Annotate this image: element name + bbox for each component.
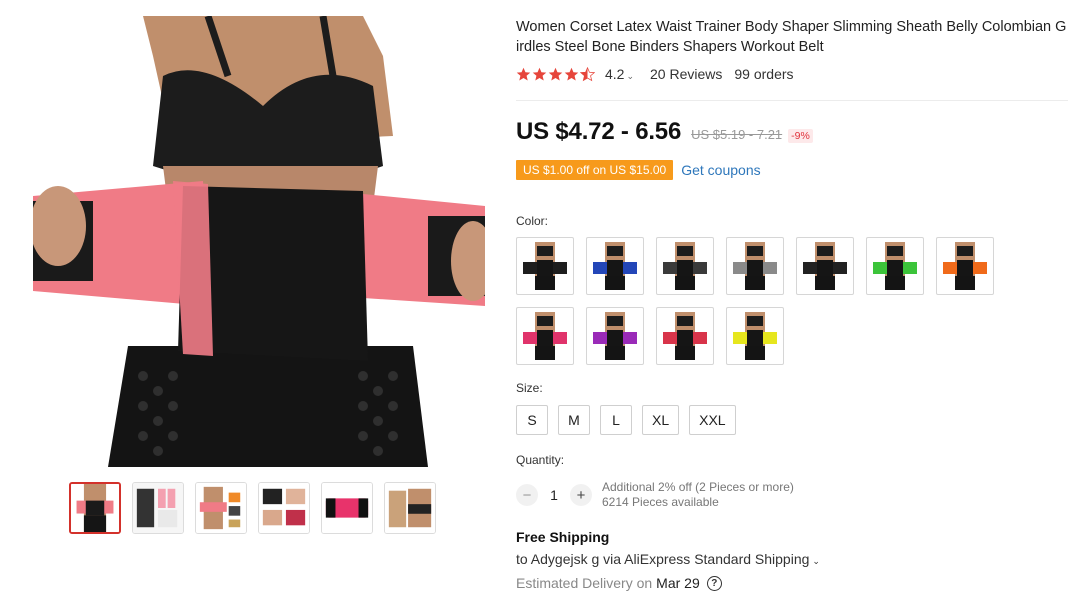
star-icon bbox=[548, 67, 563, 80]
rating-row: 4.2 ⌄ 20 Reviews 99 orders bbox=[516, 66, 794, 82]
price-row: US $4.72 - 6.56 US $5.19 - 7.21 -9% bbox=[516, 118, 813, 146]
chevron-down-icon: ⌄ bbox=[812, 556, 820, 566]
color-swatch-black[interactable] bbox=[516, 237, 574, 295]
size-options: S M L XL XXL bbox=[516, 405, 736, 435]
color-swatch-set[interactable] bbox=[656, 237, 714, 295]
help-icon[interactable]: ? bbox=[706, 575, 722, 591]
size-option-m[interactable]: M bbox=[558, 405, 590, 435]
product-title: Women Corset Latex Waist Trainer Body Sh… bbox=[516, 19, 1067, 55]
size-option-s[interactable]: S bbox=[516, 405, 548, 435]
rating-stars bbox=[516, 66, 595, 82]
delivery-date: Mar 29 bbox=[656, 575, 700, 591]
color-swatch-kit[interactable] bbox=[796, 237, 854, 295]
size-option-xxl[interactable]: XXL bbox=[689, 405, 736, 435]
original-price: US $5.19 - 7.21 bbox=[691, 127, 783, 142]
rating-value[interactable]: 4.2 ⌄ bbox=[605, 66, 634, 82]
color-swatches bbox=[516, 237, 1016, 365]
color-swatch-rose[interactable] bbox=[656, 307, 714, 365]
size-option-l[interactable]: L bbox=[600, 405, 632, 435]
stock-available-text: 6214 Pieces available bbox=[602, 495, 719, 509]
color-swatch-blue[interactable] bbox=[586, 237, 644, 295]
star-icon bbox=[532, 67, 547, 80]
divider bbox=[516, 100, 1068, 101]
quantity-info: Additional 2% off (2 Pieces or more) 621… bbox=[602, 480, 794, 510]
current-price: US $4.72 - 6.56 bbox=[516, 118, 682, 145]
bulk-discount-text: Additional 2% off (2 Pieces or more) bbox=[602, 480, 794, 494]
shipping-title: Free Shipping bbox=[516, 529, 610, 545]
color-swatch-purple[interactable] bbox=[586, 307, 644, 365]
coupon-row: US $1.00 off on US $15.00 Get coupons bbox=[516, 160, 761, 180]
quantity-stepper: − 1 + Additional 2% off (2 Pieces or mor… bbox=[516, 480, 794, 510]
shipping-method-text: to Adygejsk g via AliExpress Standard Sh… bbox=[516, 551, 810, 567]
color-label: Color: bbox=[516, 214, 549, 228]
thumbnail-5[interactable] bbox=[321, 482, 373, 534]
thumbnail-3[interactable] bbox=[195, 482, 247, 534]
color-swatch-nude[interactable] bbox=[726, 237, 784, 295]
star-icon bbox=[564, 67, 579, 80]
quantity-label: Quantity: bbox=[516, 453, 565, 467]
quantity-decrease-button[interactable]: − bbox=[516, 484, 538, 506]
thumbnail-2[interactable] bbox=[132, 482, 184, 534]
rating-number: 4.2 bbox=[605, 66, 625, 82]
reviews-link[interactable]: 20 Reviews bbox=[650, 66, 722, 82]
shipping-method[interactable]: to Adygejsk g via AliExpress Standard Sh… bbox=[516, 551, 820, 567]
orders-count: 99 orders bbox=[734, 66, 794, 82]
chevron-down-icon: ⌄ bbox=[626, 71, 635, 81]
color-swatch-green[interactable] bbox=[866, 237, 924, 295]
coupon-tag[interactable]: US $1.00 off on US $15.00 bbox=[516, 160, 674, 180]
color-swatch-pink[interactable] bbox=[516, 307, 574, 365]
main-product-image[interactable] bbox=[33, 16, 485, 467]
color-swatch-yellow[interactable] bbox=[726, 307, 784, 365]
quantity-value[interactable]: 1 bbox=[538, 487, 570, 503]
star-icon bbox=[516, 67, 531, 80]
discount-badge: -9% bbox=[788, 129, 813, 143]
size-option-xl[interactable]: XL bbox=[642, 405, 680, 435]
thumbnail-4[interactable] bbox=[258, 482, 310, 534]
quantity-increase-button[interactable]: + bbox=[570, 484, 592, 506]
half-star-icon bbox=[580, 66, 595, 81]
thumbnail-1[interactable] bbox=[69, 482, 121, 534]
thumbnail-strip bbox=[69, 482, 436, 534]
delivery-label: Estimated Delivery on bbox=[516, 575, 653, 591]
thumbnail-6[interactable] bbox=[384, 482, 436, 534]
color-swatch-orange[interactable] bbox=[936, 237, 994, 295]
get-coupons-link[interactable]: Get coupons bbox=[681, 162, 760, 178]
size-label: Size: bbox=[516, 381, 543, 395]
estimated-delivery: Estimated Delivery on Mar 29 ? bbox=[516, 575, 722, 591]
